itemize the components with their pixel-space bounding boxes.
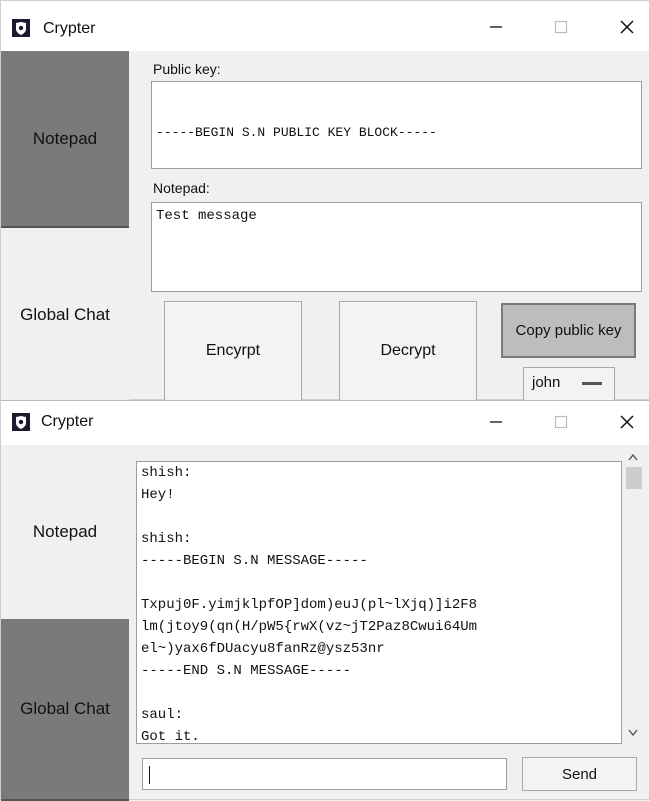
scroll-thumb[interactable] — [626, 467, 642, 489]
chat-line — [137, 682, 621, 704]
close-icon — [620, 415, 634, 429]
user-select-value: john — [532, 374, 561, 391]
public-key-line: -----BEGIN S.N PUBLIC KEY BLOCK----- — [156, 125, 437, 140]
send-button[interactable]: Send — [522, 757, 637, 791]
chat-line: -----END S.N MESSAGE----- — [141, 663, 352, 679]
chat-line: -----BEGIN S.N MESSAGE----- — [141, 553, 368, 569]
sidebar: Notepad Global Chat — [1, 51, 129, 401]
minimize-button[interactable] — [476, 11, 516, 43]
chat-line: lm(jtoy9(qn(H/pW5{rwX(vz~jT2Paz8Cwui64Um — [141, 619, 478, 635]
chat-line — [137, 506, 621, 528]
crypter-window-chat: Crypter Notepad Global Chat shish: Hey! … — [0, 400, 650, 801]
crypter-window-notepad: Crypter Notepad Global Chat Public key: … — [0, 0, 650, 401]
sidebar-item-notepad[interactable]: Notepad — [1, 445, 129, 619]
chat-line: Hey! — [141, 487, 175, 503]
chat-line: shish: — [141, 465, 192, 481]
scroll-down-button[interactable] — [624, 725, 642, 741]
title-bar: Crypter — [1, 401, 649, 445]
notepad-label: Notepad: — [153, 180, 210, 196]
chat-line: shish: — [141, 531, 192, 547]
chat-scrollbar[interactable] — [622, 445, 644, 745]
chat-log[interactable]: shish: Hey! shish: -----BEGIN S.N MESSAG… — [136, 461, 622, 744]
maximize-icon — [554, 415, 568, 429]
scroll-up-icon — [628, 453, 638, 461]
maximize-button[interactable] — [541, 406, 581, 438]
sidebar-item-global-chat[interactable]: Global Chat — [1, 619, 129, 801]
app-logo-icon — [11, 412, 31, 432]
close-button[interactable] — [607, 11, 647, 43]
minimize-icon — [490, 26, 502, 28]
minimize-icon — [490, 421, 502, 423]
text-caret — [149, 766, 150, 784]
user-select-dropdown[interactable]: john — [523, 367, 615, 401]
chat-line: Txpuj0F.yimjklpfOP]dom)euJ(pl~lXjq)]i2F8 — [141, 597, 478, 613]
scroll-down-icon — [628, 729, 638, 737]
dropdown-indicator-icon — [582, 382, 602, 385]
maximize-icon — [554, 20, 568, 34]
title-bar: Crypter — [1, 1, 649, 51]
notepad-textarea[interactable]: Test message — [151, 202, 642, 292]
close-button[interactable] — [607, 406, 647, 438]
public-key-field[interactable]: -----BEGIN S.N PUBLIC KEY BLOCK----- 463… — [151, 81, 642, 169]
encrypt-button[interactable]: Encyrpt — [164, 301, 302, 401]
chat-line: saul: — [141, 707, 184, 723]
message-input[interactable] — [142, 758, 507, 790]
window-title: Crypter — [43, 20, 96, 37]
close-icon — [620, 20, 634, 34]
app-logo-icon — [11, 18, 31, 38]
window-title: Crypter — [41, 413, 94, 430]
sidebar: Notepad Global Chat — [1, 445, 129, 801]
decrypt-button[interactable]: Decrypt — [339, 301, 477, 401]
chat-line: Got it. — [141, 729, 200, 744]
public-key-label: Public key: — [153, 61, 221, 77]
minimize-button[interactable] — [476, 406, 516, 438]
sidebar-item-notepad[interactable]: Notepad — [1, 51, 129, 228]
chat-line — [137, 572, 621, 594]
sidebar-item-global-chat[interactable]: Global Chat — [1, 228, 129, 401]
maximize-button[interactable] — [541, 11, 581, 43]
chat-line: el~)yax6fDUacyu8fanRz@ysz53nr — [141, 641, 385, 657]
scroll-up-button[interactable] — [624, 449, 642, 465]
copy-public-key-button[interactable]: Copy public key — [501, 303, 636, 358]
